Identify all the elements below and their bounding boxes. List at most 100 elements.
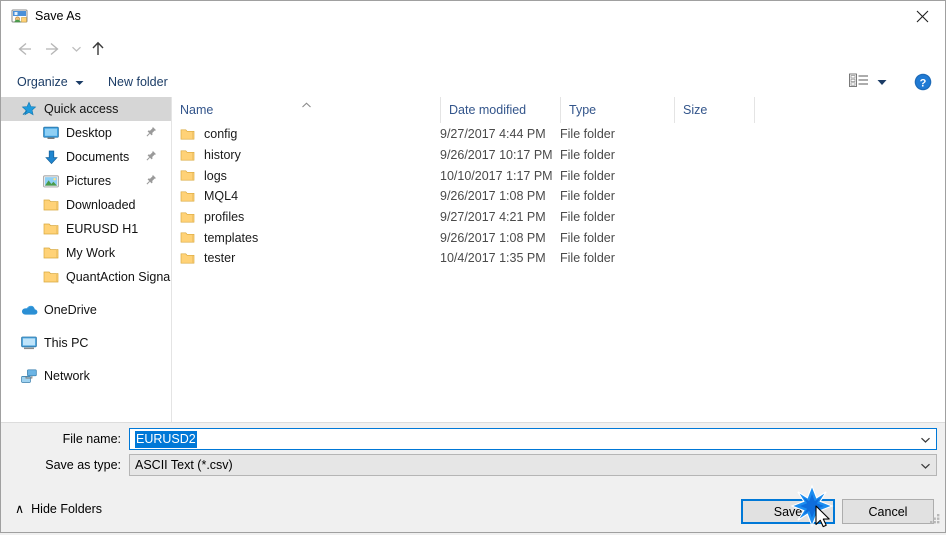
- file-name-text: templates: [204, 230, 259, 245]
- folder-icon: [180, 252, 195, 265]
- file-row-type: File folder: [560, 127, 615, 142]
- file-row-name: MQL4: [180, 189, 238, 203]
- file-row-date-modified: 9/27/2017 4:21 PM: [440, 210, 546, 225]
- sidebar-item-label: Desktop: [66, 126, 112, 140]
- organize-button[interactable]: Organize: [17, 67, 84, 96]
- chevron-down-icon[interactable]: [920, 459, 931, 473]
- cancel-button[interactable]: Cancel: [842, 499, 934, 524]
- save-as-icon: [11, 8, 28, 25]
- sidebar-item-documents[interactable]: Documents: [1, 145, 171, 169]
- column-header-date-modified-label: Date modified: [449, 103, 527, 117]
- sidebar-item-label: Documents: [66, 150, 130, 164]
- sidebar-item-eurusd-h1[interactable]: EURUSD H1: [1, 217, 171, 241]
- close-icon[interactable]: [899, 1, 945, 31]
- save-as-type-value: ASCII Text (*.csv): [135, 458, 233, 472]
- sidebar-item-network[interactable]: Network: [1, 364, 171, 388]
- table-row[interactable]: config 9/27/2017 4:44 PM File folder: [172, 124, 945, 145]
- chevron-down-icon[interactable]: [920, 433, 931, 447]
- new-folder-button[interactable]: New folder: [108, 67, 168, 96]
- table-row[interactable]: tester 10/4/2017 1:35 PM File folder: [172, 248, 945, 269]
- save-as-type-select[interactable]: ASCII Text (*.csv): [129, 454, 937, 476]
- navigation-pane[interactable]: Quick access Desktop Documents Pictures Down…: [1, 97, 172, 422]
- file-name-text: logs: [204, 168, 227, 183]
- table-row[interactable]: logs 10/10/2017 1:17 PM File folder: [172, 165, 945, 186]
- file-row-date-modified: 9/26/2017 1:08 PM: [440, 189, 546, 204]
- file-name-input[interactable]: EURUSD2: [129, 428, 937, 450]
- file-list[interactable]: config 9/27/2017 4:44 PM File folder histor…: [172, 124, 945, 422]
- sidebar-item-label: QuantAction Signal: [66, 270, 172, 284]
- network-icon: [19, 368, 39, 384]
- folder-icon: [180, 169, 195, 182]
- sidebar-item-my-work[interactable]: My Work: [1, 241, 171, 265]
- back-arrow-icon[interactable]: [10, 36, 36, 62]
- sidebar-item-quick-access[interactable]: Quick access: [1, 97, 171, 121]
- sidebar-item-desktop[interactable]: Desktop: [1, 121, 171, 145]
- sidebar-item-this-pc[interactable]: This PC: [1, 331, 171, 355]
- file-name-text: history: [204, 148, 241, 163]
- save-form: File name: EURUSD2 Save as type: ASCII T…: [1, 422, 945, 491]
- folder-icon: [180, 190, 195, 203]
- sidebar-separator: [1, 289, 171, 298]
- sidebar-item-onedrive[interactable]: OneDrive: [1, 298, 171, 322]
- file-row-date-modified: 10/10/2017 1:17 PM: [440, 168, 553, 183]
- chevron-down-icon: [75, 75, 84, 89]
- title-bar: Save As: [1, 1, 945, 32]
- new-folder-label: New folder: [108, 74, 168, 89]
- this-pc-icon: [19, 335, 39, 351]
- file-name-text: MQL4: [204, 189, 239, 204]
- pin-icon[interactable]: [146, 150, 157, 164]
- pin-icon[interactable]: [146, 174, 157, 188]
- file-row-type: File folder: [560, 230, 615, 245]
- sidebar-item-label: Network: [44, 369, 90, 383]
- help-icon: ?: [914, 73, 932, 94]
- sidebar-item-quantaction-signal[interactable]: QuantAction Signal: [1, 265, 171, 289]
- sidebar-item-label: Pictures: [66, 174, 112, 188]
- sidebar-separator: [1, 355, 171, 364]
- folder-icon: [180, 128, 195, 141]
- pin-icon[interactable]: [146, 126, 157, 140]
- window-title: Save As: [35, 9, 81, 23]
- sidebar-separator: [1, 322, 171, 331]
- organize-label: Organize: [17, 74, 68, 89]
- svg-text:?: ?: [920, 77, 927, 89]
- forward-arrow-icon[interactable]: [40, 36, 66, 62]
- view-options-button[interactable]: [849, 73, 887, 91]
- sidebar-item-label: Downloaded: [66, 198, 136, 212]
- help-button[interactable]: ?: [914, 73, 932, 94]
- folder-icon: [180, 231, 195, 244]
- table-row[interactable]: profiles 9/27/2017 4:21 PM File folder: [172, 207, 945, 228]
- file-row-name: templates: [180, 231, 258, 245]
- table-row[interactable]: MQL4 9/26/2017 1:08 PM File folder: [172, 186, 945, 207]
- column-header-name-label: Name: [180, 103, 214, 117]
- file-row-date-modified: 9/27/2017 4:44 PM: [440, 127, 546, 142]
- recent-locations-chevron-icon[interactable]: [66, 36, 86, 62]
- table-row[interactable]: history 9/26/2017 10:17 PM File folder: [172, 145, 945, 166]
- chevron-down-icon: [877, 75, 887, 89]
- file-row-name: logs: [180, 169, 227, 183]
- file-row-name: config: [180, 127, 237, 141]
- column-header-size[interactable]: Size: [674, 97, 754, 123]
- file-name-label: File name:: [62, 432, 121, 446]
- sidebar-item-label: This PC: [44, 336, 89, 350]
- sidebar-item-label: EURUSD H1: [66, 222, 139, 236]
- table-row[interactable]: templates 9/26/2017 1:08 PM File folder: [172, 227, 945, 248]
- save-button[interactable]: Save: [741, 499, 835, 524]
- column-header-spacer: [754, 97, 945, 123]
- hide-folders-button[interactable]: ∧ Hide Folders: [15, 501, 103, 517]
- navigation-bar: « Roaming › MetaQuotes › Terminal › 9155…: [1, 32, 945, 93]
- column-header-name[interactable]: Name: [172, 97, 440, 123]
- column-header-type[interactable]: Type: [560, 97, 674, 123]
- up-arrow-icon[interactable]: [85, 36, 111, 62]
- column-header-date-modified[interactable]: Date modified: [440, 97, 560, 123]
- file-name-value: EURUSD2: [135, 431, 197, 448]
- resize-grip[interactable]: [928, 512, 942, 529]
- sidebar-item-downloaded[interactable]: Downloaded: [1, 193, 171, 217]
- pictures-icon: [41, 173, 61, 189]
- cancel-button-label: Cancel: [868, 504, 908, 519]
- file-list-header: Name Date modified Type Size: [172, 97, 945, 125]
- hide-folders-label: Hide Folders: [31, 501, 103, 516]
- sidebar-item-pictures[interactable]: Pictures: [1, 169, 171, 193]
- file-row-date-modified: 9/26/2017 10:17 PM: [440, 148, 553, 163]
- folder-icon: [41, 197, 61, 213]
- folder-icon: [41, 245, 61, 261]
